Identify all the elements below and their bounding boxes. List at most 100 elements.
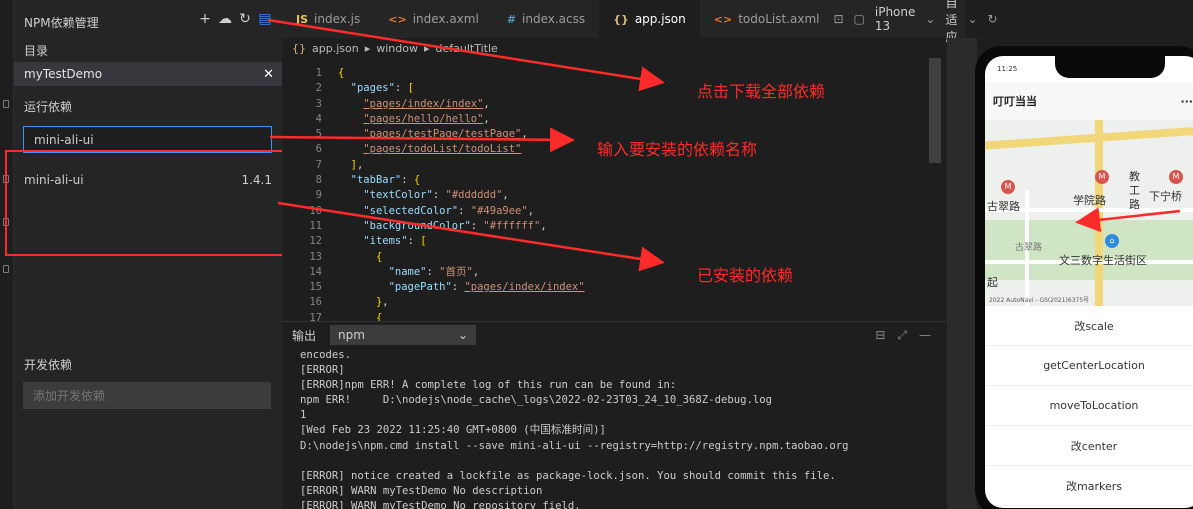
breadcrumb-node[interactable]: defaultTitle <box>436 42 498 55</box>
output-panel: 输出 npm ⌄ ⊟ ⤢ — encodes. [ERROR] [ERROR]npm… <box>282 321 947 509</box>
line-number: 16 <box>309 296 322 309</box>
tab-index-js[interactable]: JS index.js <box>282 0 374 38</box>
annotation-download-all: 点击下载全部依赖 <box>697 82 826 101</box>
dev-dep-input[interactable] <box>33 388 261 403</box>
lock-icon[interactable]: ⊟ <box>875 328 885 343</box>
dev-deps-label: 开发依赖 <box>24 358 73 372</box>
close-icon[interactable]: ✕ <box>263 67 274 82</box>
json-file-icon: {} <box>292 41 306 55</box>
page-navbar: 叮叮当当 ··· <box>985 82 1193 120</box>
tab-todolist-axml[interactable]: <> todoList.axml <box>700 0 834 38</box>
cloud-icon[interactable]: ☁ <box>218 11 232 27</box>
line-number: 6 <box>315 143 322 156</box>
split-editor-icon[interactable]: ⊡ <box>833 12 843 26</box>
output-log: encodes. [ERROR] [ERROR]npm ERR! A complet… <box>282 348 947 509</box>
line-number: 9 <box>315 189 322 202</box>
tab-app-json[interactable]: {} app.json <box>599 0 700 38</box>
status-time: 11:25 <box>997 65 1018 73</box>
map-label: 教工路 <box>1129 170 1140 211</box>
layout-icon[interactable]: ▢ <box>854 12 865 26</box>
markers-button[interactable]: 改markers <box>985 466 1193 506</box>
map-label: 文三数字生活街区 <box>1059 254 1147 267</box>
log-line: [ERROR] <box>300 364 345 377</box>
json-file-icon: {} <box>613 12 629 26</box>
line-numbers: 1 2 3 4 5 6 7 8 9 10 11 12 13 14 15 16 17 <box>282 66 322 326</box>
map-label: 学院路 <box>1073 194 1106 207</box>
refresh-icon[interactable]: ↻ <box>238 11 252 27</box>
move-to-location-button[interactable]: moveToLocation <box>985 386 1193 426</box>
log-line: [ERROR] notice created a lockfile as pac… <box>300 469 836 482</box>
center-button[interactable]: 改center <box>985 426 1193 466</box>
breadcrumb-file[interactable]: app.json <box>312 42 359 55</box>
npm-panel-header: NPM依赖管理 + ☁ ↻ ▤ <box>14 0 282 42</box>
map-copyright: 2022 AutoNavi - GS(2021)6375号 <box>989 297 1090 304</box>
runtime-dep-input[interactable] <box>34 132 261 147</box>
bus-icon: ⌂ <box>1105 234 1119 248</box>
output-header: 输出 npm ⌄ ⊟ ⤢ — <box>282 322 947 348</box>
js-file-icon: JS <box>296 12 309 26</box>
editor-scrollbar[interactable] <box>929 58 941 163</box>
page-title: 叮叮当当 <box>993 95 1037 108</box>
metro-icon: M <box>1095 170 1109 184</box>
line-number: 7 <box>315 158 322 171</box>
metro-icon: M <box>1001 180 1015 194</box>
line-number: 15 <box>309 281 322 294</box>
output-channel-select[interactable]: npm ⌄ <box>330 325 477 345</box>
editor-tabs: JS index.js <> index.axml # index.acss {} ap… <box>282 0 998 44</box>
log-line: [Wed Feb 23 2022 11:25:40 GMT+0800 (中国标准… <box>300 424 606 437</box>
code-editor[interactable]: 1 2 3 4 5 6 7 8 9 10 11 12 13 14 15 16 17 { "pages": [ "… <box>282 58 947 324</box>
expand-icon[interactable]: ⤢ <box>897 328 907 343</box>
directory-name: myTestDemo <box>24 67 103 81</box>
line-number: 5 <box>315 128 322 141</box>
device-notch <box>1055 56 1165 78</box>
more-menu-icon[interactable]: ··· <box>1180 95 1193 108</box>
device-select[interactable]: iPhone 13 <box>875 5 916 33</box>
npm-panel-title: NPM依赖管理 <box>24 16 99 30</box>
acss-file-icon: # <box>506 12 517 26</box>
map-label: 起 <box>987 276 998 289</box>
map-view[interactable]: M M M 古翠路 学院路 教工路 下宁桥 古翠路 ⌂ 文三数字生活街区 起 2… <box>985 120 1193 306</box>
chevron-down-icon[interactable]: ⌄ <box>925 12 935 26</box>
runtime-dep-input-box[interactable] <box>23 126 272 153</box>
device-frame: 11:25 叮叮当当 ··· M M M 古翠路 学院路 教工路 下宁桥 古翠路… <box>975 46 1193 509</box>
chevron-right-icon: ▸ <box>423 41 430 55</box>
breadcrumb-node[interactable]: window <box>376 42 418 55</box>
line-number: 10 <box>309 204 322 217</box>
log-line: [ERROR] WARN myTestDemo No repository fi… <box>300 499 581 509</box>
line-number: 11 <box>309 219 322 232</box>
dev-dep-input-box[interactable] <box>23 382 271 409</box>
tab-index-axml[interactable]: <> index.axml <box>374 0 493 38</box>
tab-label: index.acss <box>522 12 586 26</box>
output-channel: npm <box>338 328 365 342</box>
chevron-down-icon[interactable]: ⌄ <box>967 12 977 26</box>
map-label: 古翠路 <box>987 200 1020 213</box>
output-label: 输出 <box>292 328 317 343</box>
line-number: 13 <box>309 250 322 263</box>
minimize-icon[interactable]: — <box>919 328 931 343</box>
code-content[interactable]: { "pages": [ "pages/index/index", "pages… <box>338 66 585 326</box>
log-line: npm ERR! D:\nodejs\node_cache\_logs\2022… <box>300 394 772 407</box>
metro-icon: M <box>1169 170 1183 184</box>
log-line: [ERROR] WARN myTestDemo No description <box>300 484 543 497</box>
axml-file-icon: <> <box>388 12 407 26</box>
activity-mark-icon[interactable] <box>3 265 9 273</box>
device-screen: 11:25 叮叮当当 ··· M M M 古翠路 学院路 教工路 下宁桥 古翠路… <box>985 56 1193 508</box>
chevron-down-icon: ⌄ <box>457 328 469 342</box>
tab-index-acss[interactable]: # index.acss <box>493 0 599 38</box>
download-icon[interactable]: ▤ <box>258 11 272 27</box>
directory-label: 目录 <box>24 44 49 58</box>
line-number: 14 <box>309 265 322 278</box>
installed-highlight-box <box>5 150 293 256</box>
output-tools: ⊟ ⤢ — <box>875 328 947 343</box>
add-icon[interactable]: + <box>198 11 212 27</box>
tab-label: index.axml <box>412 12 479 26</box>
tab-label: todoList.axml <box>738 12 820 26</box>
get-center-location-button[interactable]: getCenterLocation <box>985 346 1193 386</box>
activity-mark-icon[interactable] <box>3 100 9 108</box>
scale-button[interactable]: 改scale <box>985 306 1193 346</box>
preview-gutter <box>947 38 977 509</box>
reload-icon[interactable]: ↻ <box>988 12 998 26</box>
directory-row[interactable]: myTestDemo ✕ <box>14 62 282 86</box>
line-number: 4 <box>315 112 322 125</box>
